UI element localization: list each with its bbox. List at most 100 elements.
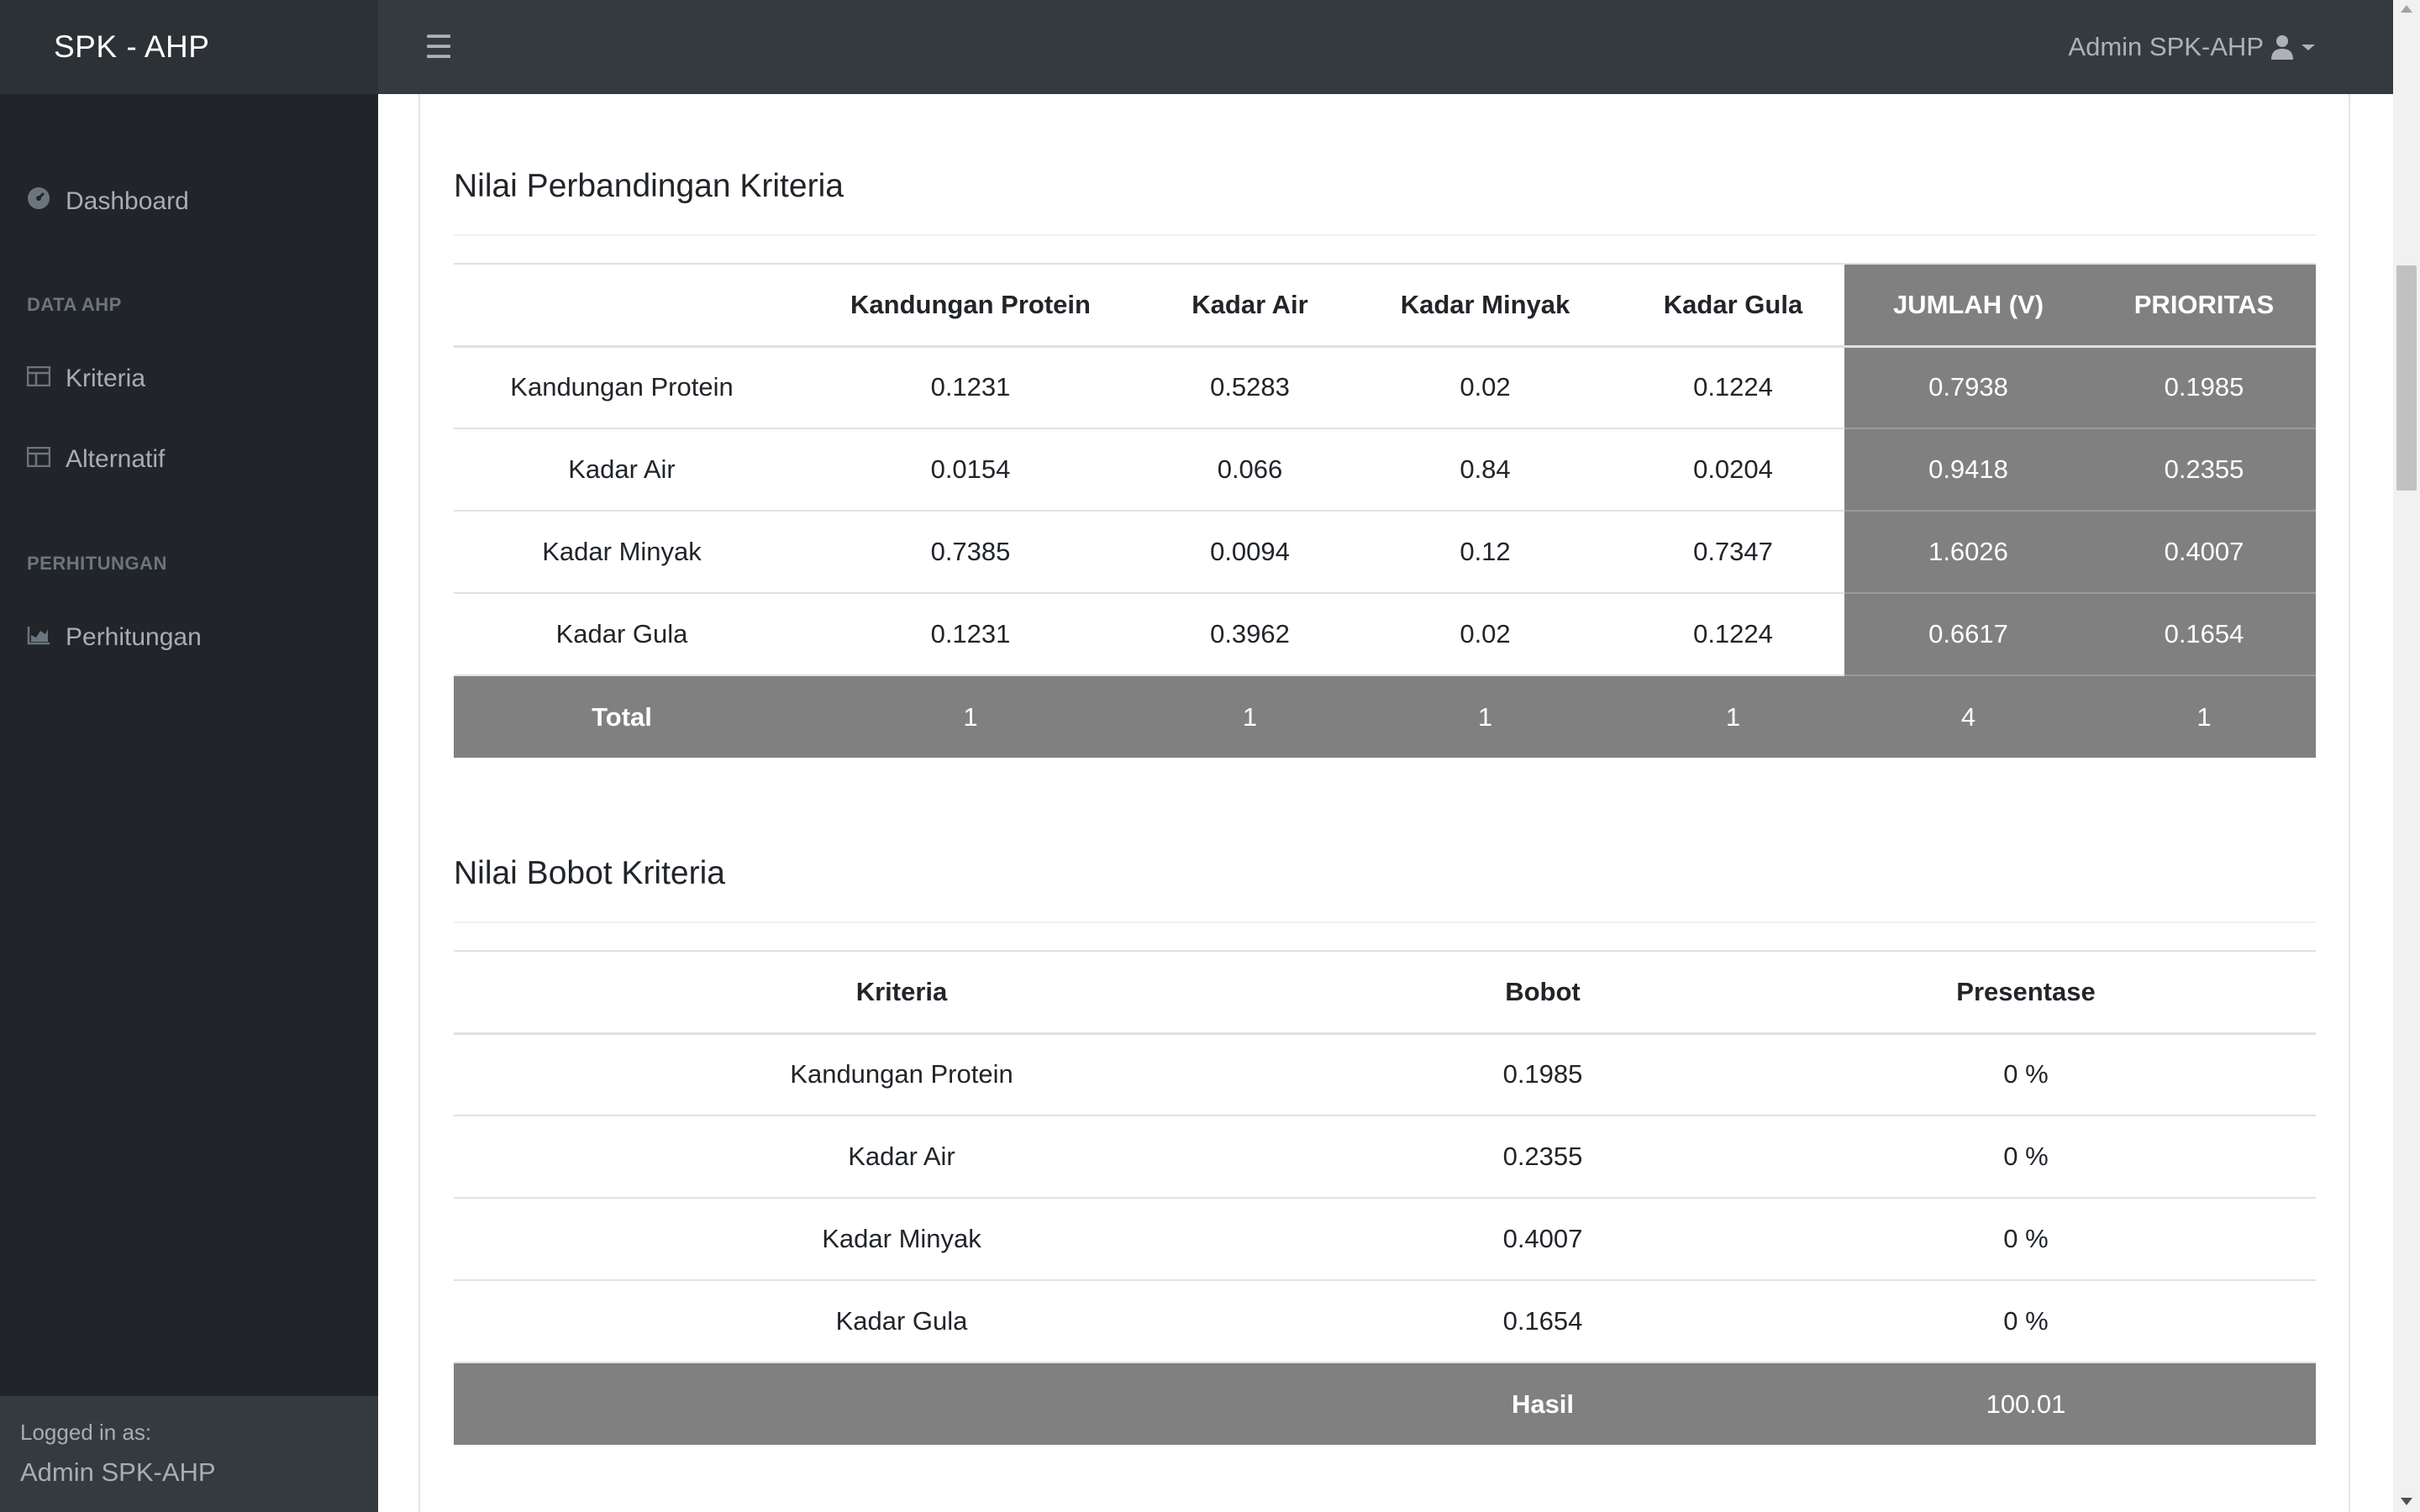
logged-in-user: Admin SPK-AHP — [20, 1457, 216, 1487]
total-cell: 1 — [1349, 675, 1622, 758]
table-row: Kandungan Protein 0.1985 0 % — [454, 1033, 2316, 1116]
table-cell: 0.0094 — [1151, 511, 1349, 594]
table-cell-prioritas: 0.4007 — [2092, 511, 2316, 594]
scroll-down-arrow-icon[interactable] — [2401, 1498, 2412, 1505]
row-label: Kadar Gula — [454, 593, 790, 676]
weights-table: Kriteria Bobot Presentase Kandungan Prot… — [454, 950, 2316, 1445]
column-header: Kadar Air — [1151, 263, 1349, 348]
brand-title: SPK - AHP — [54, 29, 210, 64]
table-cell: 0 % — [1736, 1198, 2316, 1281]
table-cell: Kadar Minyak — [454, 1198, 1349, 1281]
user-name: Admin SPK-AHP — [2068, 32, 2264, 61]
table-cell: 0.1224 — [1622, 346, 1844, 429]
table-cell: 0.1224 — [1622, 593, 1844, 676]
table-cell: 0.5283 — [1151, 346, 1349, 429]
table-row: Kadar Minyak 0.4007 0 % — [454, 1198, 2316, 1281]
column-header-jumlah: JUMLAH (V) — [1844, 263, 2092, 348]
top-navbar: SPK - AHP ☰ Admin SPK-AHP — [0, 0, 2393, 94]
section-divider — [454, 921, 2316, 923]
sidebar-item-label: Kriteria — [66, 365, 146, 392]
table-cell-prioritas: 0.2355 — [2092, 428, 2316, 512]
sidebar-item-alternatif[interactable]: Alternatif — [26, 445, 166, 474]
total-cell — [454, 1362, 1349, 1445]
table-cell: Kadar Air — [454, 1116, 1349, 1199]
sidebar-item-label: Alternatif — [66, 445, 166, 473]
brand-link[interactable]: SPK - AHP — [0, 0, 378, 94]
user-icon — [2270, 34, 2294, 60]
column-header: Bobot — [1349, 950, 1736, 1035]
comparison-table: Kandungan Protein Kadar Air Kadar Minyak… — [454, 263, 2316, 758]
table-row: Kandungan Protein 0.1231 0.5283 0.02 0.1… — [454, 346, 2316, 429]
row-label: Kandungan Protein — [454, 346, 790, 429]
column-header: Kadar Minyak — [1349, 263, 1622, 348]
table-cell: 0.7347 — [1622, 511, 1844, 594]
table-row: Kadar Air 0.0154 0.066 0.84 0.0204 0.941… — [454, 428, 2316, 512]
table-cell: 0.3962 — [1151, 593, 1349, 676]
table-cell: 0.02 — [1349, 593, 1622, 676]
sidebar-item-label: Perhitungan — [66, 623, 202, 651]
user-dropdown[interactable]: Admin SPK-AHP — [2068, 0, 2316, 94]
scroll-up-arrow-icon[interactable] — [2401, 5, 2412, 13]
table-cell: 0.1231 — [790, 593, 1151, 676]
table-cell-jumlah: 0.7938 — [1844, 346, 2092, 429]
table-total-row: Hasil 100.01 — [454, 1362, 2316, 1445]
column-header: Kandungan Protein — [790, 263, 1151, 348]
table-cell: 0.7385 — [790, 511, 1151, 594]
total-cell: 4 — [1844, 675, 2092, 758]
section-divider — [454, 234, 2316, 236]
caret-down-icon — [2301, 42, 2316, 52]
table-header-row: Kandungan Protein Kadar Air Kadar Minyak… — [454, 263, 2316, 348]
total-label: Total — [454, 675, 790, 758]
total-cell: 1 — [1622, 675, 1844, 758]
table-cell-jumlah: 0.6617 — [1844, 593, 2092, 676]
sidebar-heading-data-ahp: DATA AHP — [27, 294, 122, 315]
table-cell: Kadar Gula — [454, 1280, 1349, 1363]
table-cell: 0 % — [1736, 1033, 2316, 1116]
sidebar-item-kriteria[interactable]: Kriteria — [26, 365, 146, 393]
sidebar-item-dashboard[interactable]: Dashboard — [27, 186, 189, 217]
column-header: Presentase — [1736, 950, 2316, 1035]
table-cell: 0.1654 — [1349, 1280, 1736, 1363]
sidebar-item-perhitungan[interactable]: Perhitungan — [27, 623, 202, 652]
table-cell-jumlah: 1.6026 — [1844, 511, 2092, 594]
table-row: Kadar Air 0.2355 0 % — [454, 1116, 2316, 1199]
sidebar-heading-perhitungan: PERHITUNGAN — [27, 553, 167, 574]
weights-title: Nilai Bobot Kriteria — [454, 855, 725, 891]
table-cell-prioritas: 0.1985 — [2092, 346, 2316, 429]
table-icon — [26, 365, 51, 393]
table-cell: 0.0204 — [1622, 428, 1844, 512]
table-cell: 0 % — [1736, 1280, 2316, 1363]
scrollbar-thumb[interactable] — [2396, 265, 2417, 491]
chart-area-icon — [27, 623, 50, 652]
row-label: Kadar Air — [454, 428, 790, 512]
column-header — [454, 263, 790, 348]
table-cell: 0.1985 — [1349, 1033, 1736, 1116]
column-header: Kriteria — [454, 950, 1349, 1035]
total-label: Hasil — [1349, 1362, 1736, 1445]
column-header: Kadar Gula — [1622, 263, 1844, 348]
total-cell: 1 — [2092, 675, 2316, 758]
card-border-left — [418, 94, 420, 1512]
table-cell: 0.0154 — [790, 428, 1151, 512]
table-header-row: Kriteria Bobot Presentase — [454, 950, 2316, 1035]
table-row: Kadar Minyak 0.7385 0.0094 0.12 0.7347 1… — [454, 511, 2316, 594]
total-cell: 1 — [790, 675, 1151, 758]
table-cell: 0.2355 — [1349, 1116, 1736, 1199]
comparison-title: Nilai Perbandingan Kriteria — [454, 168, 844, 204]
table-cell: 0.84 — [1349, 428, 1622, 512]
sidebar-item-label: Dashboard — [66, 187, 189, 215]
sidebar-toggle-button[interactable]: ☰ — [418, 27, 459, 67]
total-cell: 1 — [1151, 675, 1349, 758]
table-cell: Kandungan Protein — [454, 1033, 1349, 1116]
total-cell: 100.01 — [1736, 1362, 2316, 1445]
hamburger-icon: ☰ — [424, 29, 454, 66]
table-cell: 0 % — [1736, 1116, 2316, 1199]
sidebar: Dashboard DATA AHP Kriteria Alternatif P… — [0, 94, 378, 1512]
page-scrollbar[interactable] — [2393, 0, 2420, 1512]
table-cell: 0.12 — [1349, 511, 1622, 594]
table-cell-prioritas: 0.1654 — [2092, 593, 2316, 676]
table-row: Kadar Gula 0.1654 0 % — [454, 1280, 2316, 1363]
column-header-prioritas: PRIORITAS — [2092, 263, 2316, 348]
table-cell: 0.02 — [1349, 346, 1622, 429]
dashboard-icon — [27, 186, 50, 217]
